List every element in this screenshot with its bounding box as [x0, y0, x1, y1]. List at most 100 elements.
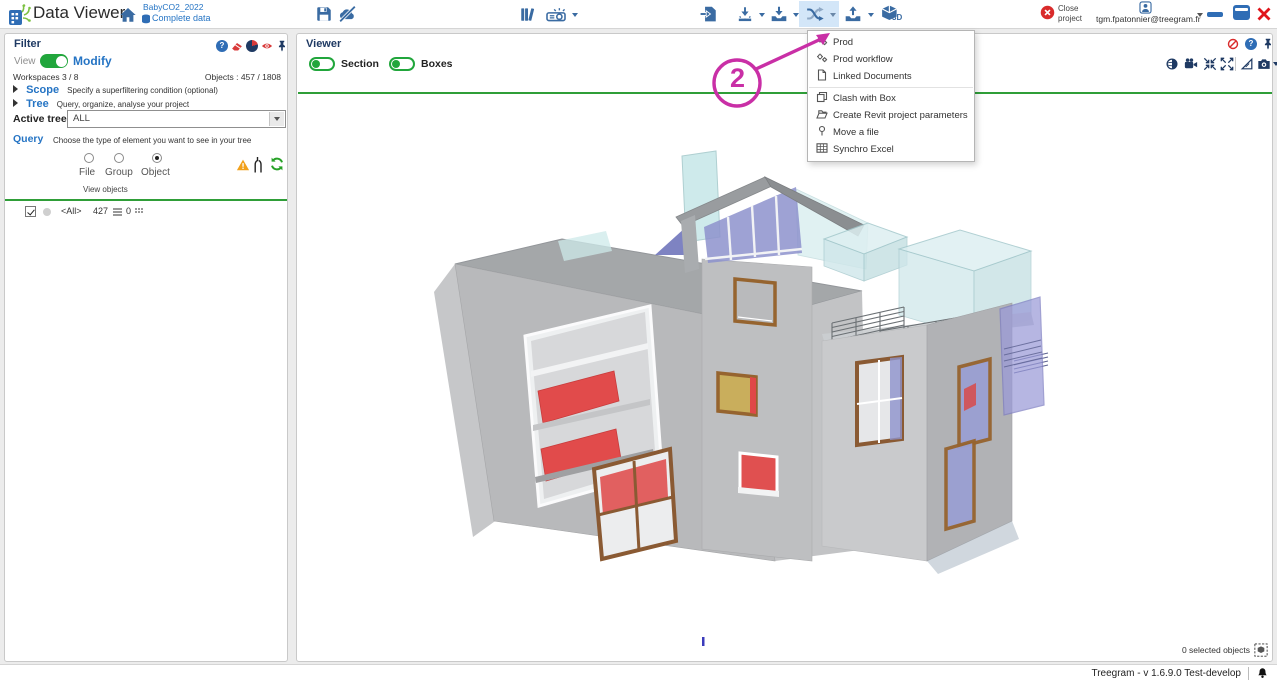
download-icon[interactable] — [770, 5, 788, 23]
viewer-panel: Viewer Section Boxes ? — [296, 33, 1273, 662]
menu-item-clash-with-box[interactable]: Clash with Box — [808, 90, 974, 107]
menu-item-synchro-excel[interactable]: Synchro Excel — [808, 141, 974, 158]
viewer-help-icon[interactable]: ? — [1245, 38, 1257, 50]
tree-hint: Query, organize, analyse your project — [57, 100, 189, 109]
radio-group-label[interactable]: Group — [105, 167, 133, 178]
active-tree-select[interactable]: ALL — [67, 110, 286, 128]
active-tree-value: ALL — [73, 113, 90, 124]
screenshot-camera-icon[interactable] — [1257, 57, 1271, 71]
query-label: Query — [13, 133, 43, 145]
warning-icon — [236, 158, 250, 172]
tree-row-zero: 0 — [126, 206, 131, 216]
home-icon[interactable] — [119, 6, 137, 24]
view-3d-label: 3D — [892, 13, 902, 22]
toolbar-divider — [1235, 57, 1236, 71]
boxes-toggle[interactable] — [389, 57, 415, 71]
tree-row-label[interactable]: <All> — [61, 206, 82, 216]
import-file-icon[interactable] — [700, 5, 718, 23]
transfer-dropdown-menu: Prod Prod workflow Linked Documents Clas… — [807, 30, 975, 162]
screenshot-caret[interactable] — [1273, 62, 1277, 66]
pin-outline-icon — [816, 125, 828, 137]
model-3d-viewport[interactable] — [298, 94, 1272, 660]
viewer-pin-icon[interactable] — [1262, 38, 1274, 50]
radio-object[interactable] — [152, 153, 162, 163]
save-icon[interactable] — [315, 5, 333, 23]
menu-item-prod[interactable]: Prod — [808, 34, 974, 51]
list-icon[interactable] — [113, 208, 122, 216]
eraser-icon[interactable] — [231, 40, 243, 52]
tree-expand-arrow[interactable] — [13, 99, 18, 107]
cloud-sync-off-icon[interactable] — [337, 5, 358, 23]
menu-item-linked-documents[interactable]: Linked Documents — [808, 68, 974, 85]
menu-item-move-a-file[interactable]: Move a file — [808, 124, 974, 141]
tree-row-status-dot — [43, 208, 51, 216]
eye-icon[interactable] — [261, 40, 273, 52]
status-divider — [1248, 667, 1249, 680]
notifications-bell-icon[interactable] — [1256, 667, 1269, 680]
projector-icon[interactable] — [545, 5, 567, 23]
tree-fork-icon[interactable] — [250, 155, 266, 174]
refresh-icon[interactable] — [269, 156, 285, 172]
pin-icon[interactable] — [276, 40, 288, 52]
selection-cube-icon — [1254, 643, 1268, 657]
library-icon[interactable] — [519, 5, 537, 23]
view-modify-toggle[interactable] — [40, 54, 68, 68]
user-email[interactable]: tgm.fpatonnier@treegram.fr — [1096, 14, 1196, 24]
filter-panel: Filter ? View Modify Workspaces 3 / 8 Ob… — [4, 33, 288, 662]
menu-item-create-revit-parameters[interactable]: Create Revit project parameters — [808, 107, 974, 124]
import-options-icon[interactable] — [736, 5, 754, 23]
projector-dropdown-caret[interactable] — [572, 13, 578, 17]
tree-section-header[interactable]: Tree Query, organize, analyse your proje… — [13, 98, 189, 110]
project-name[interactable]: BabyCO2_2022 — [143, 2, 204, 12]
menu-separator — [809, 87, 973, 88]
user-menu-caret[interactable] — [1197, 13, 1203, 17]
app-title: Data Viewer — [33, 3, 125, 23]
tree-row-checkbox[interactable] — [25, 206, 36, 217]
upload-caret[interactable] — [868, 13, 874, 17]
close-project-icon[interactable] — [1040, 5, 1055, 20]
scope-section-header[interactable]: Scope Specify a superfiltering condition… — [13, 84, 218, 96]
radio-group[interactable] — [114, 153, 124, 163]
menu-item-prod-workflow[interactable]: Prod workflow — [808, 51, 974, 68]
modify-label: Modify — [73, 54, 112, 68]
workspaces-count: Workspaces 3 / 8 — [13, 72, 79, 82]
building-3d-model — [398, 109, 1058, 649]
project-subtitle[interactable]: Complete data — [152, 13, 211, 23]
select-caret[interactable] — [269, 112, 284, 126]
radio-file-label[interactable]: File — [79, 167, 95, 178]
window-maximize-button[interactable] — [1233, 5, 1250, 20]
close-project-button[interactable]: Close project — [1058, 4, 1082, 24]
scope-expand-arrow[interactable] — [13, 85, 18, 93]
top-bar: Data Viewer BabyCO2_2022 Complete data — [0, 0, 1277, 29]
app-version-text: Treegram - v 1.6.9.0 Test-develop — [1091, 668, 1241, 679]
radio-object-label[interactable]: Object — [141, 167, 170, 178]
view-objects-label: View objects — [83, 185, 128, 194]
selected-objects-count: 0 selected objects — [1182, 645, 1250, 655]
upload-icon[interactable] — [844, 5, 862, 23]
filter-help-icon[interactable]: ? — [216, 40, 228, 52]
radio-file[interactable] — [84, 153, 94, 163]
scope-label: Scope — [26, 84, 59, 96]
transfer-icon[interactable] — [804, 5, 826, 23]
view-label: View — [14, 56, 36, 67]
cogs-icon — [816, 35, 828, 47]
video-camera-icon[interactable] — [1183, 57, 1199, 71]
tree-row-count: 427 — [93, 206, 108, 216]
orbit-view-icon[interactable] — [1165, 57, 1179, 71]
scope-hint: Specify a superfiltering condition (opti… — [67, 86, 218, 95]
expand-view-icon[interactable] — [1220, 57, 1234, 71]
window-minimize-button[interactable] — [1207, 12, 1223, 17]
import-options-caret[interactable] — [759, 13, 765, 17]
table-icon — [816, 142, 828, 154]
section-toggle[interactable] — [309, 57, 335, 71]
collapse-view-icon[interactable] — [1203, 57, 1217, 71]
active-tree-label: Active tree — [13, 113, 67, 125]
grid-dots-icon[interactable] — [135, 208, 144, 216]
sync-disabled-icon — [1227, 38, 1239, 50]
transfer-caret[interactable] — [830, 13, 836, 17]
window-close-button[interactable] — [1256, 6, 1272, 22]
filter-divider-line — [5, 199, 287, 201]
pie-chart-icon[interactable] — [246, 40, 258, 52]
measure-set-square-icon[interactable] — [1240, 57, 1254, 71]
user-icon[interactable] — [1139, 1, 1152, 14]
